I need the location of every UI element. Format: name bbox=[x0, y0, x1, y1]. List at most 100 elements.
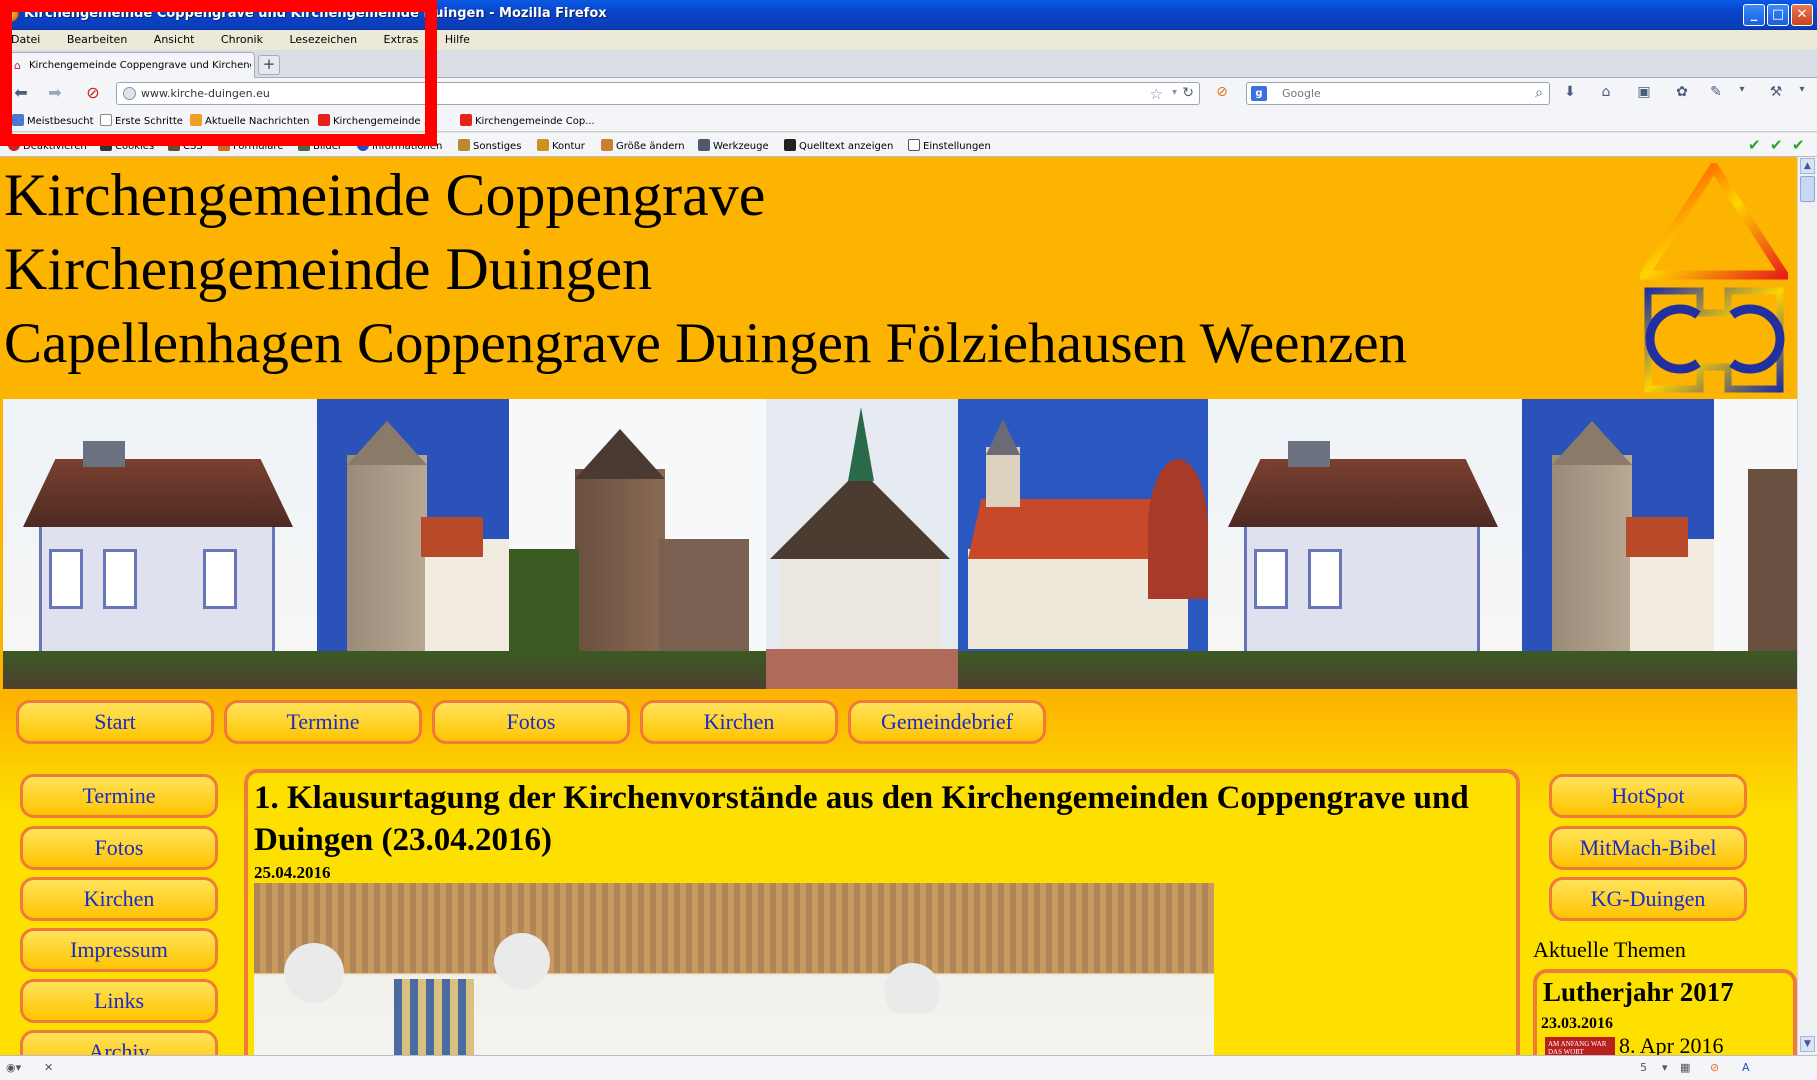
dev-quelltext[interactable]: Quelltext anzeigen bbox=[784, 139, 893, 152]
teaser-title[interactable]: Lutherjahr 2017 bbox=[1543, 977, 1734, 1008]
dev-cookies[interactable]: Cookies bbox=[100, 139, 154, 152]
extension-icon[interactable]: ✎ bbox=[1706, 84, 1726, 102]
bookmark-kirchengemeinde-1[interactable]: Kirchengemeinde ... bbox=[318, 114, 433, 127]
addon-icon[interactable]: ▣ bbox=[1634, 84, 1654, 102]
url-dropdown-icon[interactable]: ▾ bbox=[1172, 87, 1177, 98]
bookmark-kirchengemeinde-2[interactable]: Kirchengemeinde Cop... bbox=[460, 114, 595, 127]
scroll-down-icon[interactable]: ▼ bbox=[1800, 1036, 1815, 1052]
search-icon[interactable]: ⌕ bbox=[1535, 85, 1543, 101]
wrench-icon bbox=[698, 139, 710, 151]
side-nav-kirchen[interactable]: Kirchen bbox=[20, 877, 218, 921]
zoom-level[interactable]: 5 bbox=[1640, 1061, 1647, 1074]
close-button[interactable]: ✕ bbox=[1791, 4, 1813, 26]
stop-icon[interactable]: ⊘ bbox=[82, 83, 104, 103]
menu-bar: Datei Bearbeiten Ansicht Chronik Lesezei… bbox=[0, 30, 1817, 50]
side-nav-impressum[interactable]: Impressum bbox=[20, 928, 218, 972]
addon-blocker-icon[interactable]: ⊘ bbox=[1212, 84, 1232, 102]
addon-status-icon[interactable]: ◉▾ bbox=[6, 1061, 21, 1074]
web-developer-toolbar: Deaktivieren Cookies CSS Formulare Bilde… bbox=[0, 133, 1817, 157]
side-nav-archiv[interactable]: Archiv bbox=[20, 1030, 218, 1055]
maximize-button[interactable]: □ bbox=[1767, 4, 1789, 26]
image-icon bbox=[298, 139, 310, 151]
back-icon[interactable]: ⬅ bbox=[10, 83, 32, 103]
side-nav-fotos[interactable]: Fotos bbox=[20, 826, 218, 870]
close-addon-bar-icon[interactable]: ✕ bbox=[44, 1061, 53, 1074]
teaser-thumbnail[interactable]: AM ANFANG WAR DAS WORT bbox=[1545, 1037, 1615, 1055]
rss-icon bbox=[190, 114, 202, 126]
adblock-icon[interactable]: ⊘ bbox=[1710, 1061, 1719, 1074]
menu-ansicht[interactable]: Ansicht bbox=[154, 33, 195, 46]
site-title-line-2: Kirchengemeinde Duingen bbox=[4, 236, 653, 302]
qr-code-icon[interactable]: ▦ bbox=[1680, 1061, 1690, 1074]
church-photo-tower bbox=[317, 399, 509, 689]
dev-einstellungen[interactable]: Einstellungen bbox=[908, 139, 991, 152]
form-icon bbox=[218, 139, 230, 151]
menu-extras[interactable]: Extras bbox=[384, 33, 419, 46]
check-icon[interactable]: ✔ bbox=[1792, 136, 1805, 154]
side-nav-mitmach-bibel[interactable]: MitMach-Bibel bbox=[1549, 826, 1747, 870]
download-icon[interactable]: ⬇ bbox=[1560, 84, 1580, 102]
church-favicon-icon bbox=[318, 114, 330, 126]
nav-gemeindebrief[interactable]: Gemeindebrief bbox=[848, 700, 1046, 744]
check-icon[interactable]: ✔ bbox=[1748, 136, 1761, 154]
dev-groesse-aendern[interactable]: Größe ändern bbox=[601, 139, 685, 152]
bookmark-aktuelle-nachrichten[interactable]: Aktuelle Nachrichten bbox=[190, 114, 310, 127]
tab-kirchengemeinde[interactable]: ⌂ Kirchengemeinde Coppengrave und Kirche… bbox=[8, 52, 255, 78]
side-nav-kg-duingen[interactable]: KG-Duingen bbox=[1549, 877, 1747, 921]
extension-dropdown-icon[interactable]: ▾ bbox=[1732, 84, 1752, 102]
dev-bilder[interactable]: Bilder bbox=[298, 139, 342, 152]
lutherjahr-teaser[interactable]: Lutherjahr 2017 23.03.2016 AM ANFANG WAR… bbox=[1533, 969, 1797, 1055]
menu-lesezeichen[interactable]: Lesezeichen bbox=[289, 33, 357, 46]
dev-deaktivieren[interactable]: Deaktivieren bbox=[8, 139, 87, 152]
menu-hilfe[interactable]: Hilfe bbox=[445, 33, 470, 46]
bookmark-meistbesucht[interactable]: Meistbesucht bbox=[12, 114, 94, 127]
minimize-button[interactable]: _ bbox=[1743, 4, 1765, 26]
plugin-icon[interactable]: ✿ bbox=[1672, 84, 1692, 102]
nav-fotos[interactable]: Fotos bbox=[432, 700, 630, 744]
outline-icon bbox=[537, 139, 549, 151]
new-tab-button[interactable]: + bbox=[258, 55, 280, 75]
home-icon[interactable]: ⌂ bbox=[1596, 84, 1616, 102]
article-date: 25.04.2016 bbox=[254, 863, 331, 882]
page-icon bbox=[100, 114, 112, 126]
tools-icon[interactable]: ⚒ bbox=[1766, 84, 1786, 102]
menu-chronik[interactable]: Chronik bbox=[221, 33, 263, 46]
google-engine-icon[interactable]: g bbox=[1251, 86, 1267, 101]
side-nav-termine[interactable]: Termine bbox=[20, 774, 218, 818]
side-nav-links[interactable]: Links bbox=[20, 979, 218, 1023]
scroll-up-icon[interactable]: ▲ bbox=[1800, 158, 1815, 174]
reload-icon[interactable]: ↻ bbox=[1182, 85, 1194, 101]
scroll-thumb[interactable] bbox=[1800, 176, 1815, 202]
side-nav-hotspot[interactable]: HotSpot bbox=[1549, 774, 1747, 818]
dev-kontur[interactable]: Kontur bbox=[537, 139, 585, 152]
dev-sonstiges[interactable]: Sonstiges bbox=[458, 139, 521, 152]
church-favicon-icon: ⌂ bbox=[14, 59, 21, 72]
article-photo[interactable] bbox=[254, 883, 1214, 1055]
search-bar[interactable]: g Google ⌕ bbox=[1246, 82, 1550, 105]
aktuelle-themen-heading: Aktuelle Themen bbox=[1533, 937, 1686, 962]
article-title[interactable]: 1. Klausurtagung der Kirchenvorstände au… bbox=[254, 777, 1514, 861]
check-icon[interactable]: ✔ bbox=[1770, 136, 1783, 154]
forward-icon[interactable]: ➡ bbox=[44, 83, 66, 103]
search-input[interactable]: Google bbox=[1282, 87, 1321, 100]
zoom-dropdown-icon[interactable]: ▾ bbox=[1662, 1061, 1668, 1074]
url-bar[interactable]: www.kirche-duingen.eu ☆ ▾ ↻ bbox=[116, 82, 1200, 105]
nav-termine[interactable]: Termine bbox=[224, 700, 422, 744]
menu-bearbeiten[interactable]: Bearbeiten bbox=[67, 33, 127, 46]
bookmark-erste-schritte[interactable]: Erste Schritte bbox=[100, 114, 183, 127]
page-scrollbar[interactable]: ▲ ▼ bbox=[1797, 157, 1817, 1055]
dev-werkzeuge[interactable]: Werkzeuge bbox=[698, 139, 769, 152]
site-identity-icon[interactable] bbox=[123, 87, 136, 100]
nav-kirchen[interactable]: Kirchen bbox=[640, 700, 838, 744]
nav-start[interactable]: Start bbox=[16, 700, 214, 744]
translate-icon[interactable]: A bbox=[1742, 1061, 1750, 1074]
window-title-bar[interactable]: Kirchengemeinde Coppengrave und Kircheng… bbox=[0, 0, 1817, 30]
dev-formulare[interactable]: Formulare bbox=[218, 139, 283, 152]
menu-datei[interactable]: Datei bbox=[11, 33, 40, 46]
url-text: www.kirche-duingen.eu bbox=[141, 87, 270, 100]
tools-dropdown-icon[interactable]: ▾ bbox=[1792, 84, 1812, 102]
dev-css[interactable]: CSS bbox=[168, 139, 203, 152]
bookmark-star-icon[interactable]: ☆ bbox=[1150, 85, 1163, 103]
dev-informationen[interactable]: Informationen bbox=[357, 139, 442, 152]
misc-icon bbox=[458, 139, 470, 151]
